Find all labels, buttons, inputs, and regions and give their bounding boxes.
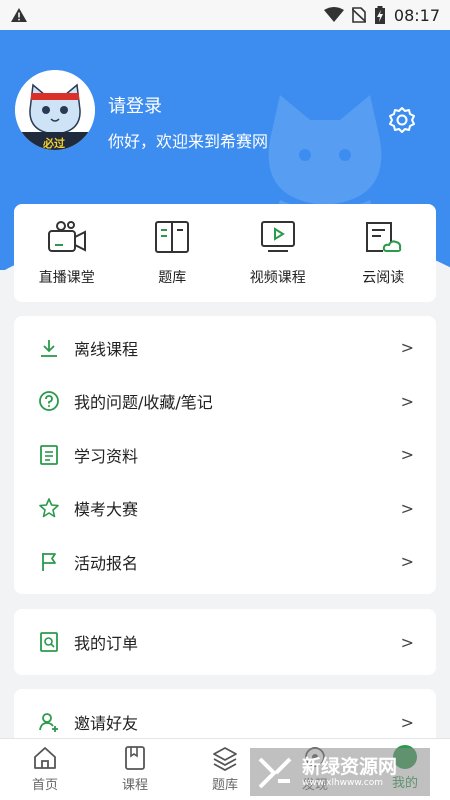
- quick-label-live: 直播课堂: [38, 270, 95, 286]
- no-sim-icon: [351, 7, 366, 23]
- course-book-icon: [125, 746, 145, 770]
- avatar-badge: 必过: [43, 137, 65, 150]
- quick-item-video[interactable]: 视频课程: [228, 219, 328, 287]
- tab-label: 首页: [31, 778, 58, 793]
- chevron-right-icon: >: [400, 338, 414, 358]
- home-icon: [34, 747, 56, 769]
- tab-courses[interactable]: 课程: [90, 739, 180, 800]
- watermark-title: 新绿资源网: [302, 756, 398, 778]
- chevron-right-icon: >: [400, 632, 414, 652]
- menu-label: 我的订单: [74, 634, 139, 653]
- question-icon: [39, 391, 59, 412]
- menu-item-study-materials[interactable]: 学习资料 >: [14, 428, 436, 482]
- book-icon: [155, 221, 190, 253]
- chevron-right-icon: >: [400, 498, 414, 518]
- order-icon: [40, 632, 58, 652]
- menu-label: 学习资料: [74, 446, 139, 466]
- document-icon: [40, 444, 58, 465]
- live-camera-icon: [47, 221, 86, 252]
- quick-item-cloud-read[interactable]: 云阅读: [333, 219, 433, 287]
- warning-icon: [11, 8, 27, 22]
- watermark-logo-icon: [258, 757, 292, 789]
- menu-item-mock-exam[interactable]: 模考大赛 >: [14, 482, 436, 536]
- chevron-right-icon: >: [400, 391, 414, 411]
- tab-label: 课程: [121, 778, 148, 793]
- login-link[interactable]: 请登录: [108, 92, 162, 118]
- chevron-right-icon: >: [400, 445, 414, 465]
- chevron-right-icon: >: [400, 712, 414, 732]
- tab-label: 题库: [211, 778, 238, 793]
- menu-item-event-signup[interactable]: 活动报名 >: [14, 535, 436, 589]
- quick-actions-card: 直播课堂 题库 视频课程 云阅读: [14, 204, 436, 302]
- download-icon: [41, 339, 57, 357]
- menu-label: 我的问题/收藏/笔记: [74, 393, 213, 413]
- battery-charging-icon: [374, 6, 385, 24]
- invite-icon: [39, 713, 58, 732]
- quick-item-live[interactable]: 直播课堂: [17, 219, 117, 287]
- cloud-read-icon: [366, 222, 402, 252]
- menu-label: 邀请好友: [74, 714, 139, 733]
- quick-item-question-bank[interactable]: 题库: [122, 219, 222, 287]
- quick-label-video: 视频课程: [249, 270, 306, 286]
- menu-label: 离线课程: [74, 339, 139, 359]
- quick-label-question-bank: 题库: [158, 270, 187, 286]
- status-bar: 08:17: [0, 0, 450, 30]
- video-icon: [260, 221, 295, 252]
- orders-card: 我的订单 >: [14, 609, 436, 675]
- menu-card: 离线课程 > 我的问题/收藏/笔记 > 学习资料 > 模考大赛 > 活动报名 >: [14, 316, 436, 594]
- flag-icon: [42, 552, 56, 571]
- settings-gear-icon[interactable]: [388, 106, 416, 134]
- wifi-icon: [323, 7, 344, 22]
- status-time: 08:17: [393, 5, 440, 25]
- welcome-text: 你好，欢迎来到希赛网: [108, 132, 269, 151]
- watermark-url: www.xlhwww.com: [302, 778, 383, 788]
- quick-label-cloud-read: 云阅读: [362, 270, 405, 286]
- star-icon: [39, 498, 59, 518]
- layers-icon: [213, 747, 237, 771]
- menu-item-my-orders[interactable]: 我的订单 >: [14, 615, 436, 669]
- menu-label: 模考大赛: [74, 500, 139, 520]
- menu-label: 活动报名: [74, 553, 139, 573]
- avatar[interactable]: 必过: [15, 70, 95, 150]
- watermark: 新绿资源网 www.xlhwww.com: [250, 748, 430, 796]
- status-icons: 08:17: [323, 5, 440, 25]
- menu-item-my-questions[interactable]: 我的问题/收藏/笔记 >: [14, 375, 436, 429]
- menu-item-offline-courses[interactable]: 离线课程 >: [14, 321, 436, 375]
- tab-home[interactable]: 首页: [0, 739, 90, 800]
- chevron-right-icon: >: [400, 552, 414, 572]
